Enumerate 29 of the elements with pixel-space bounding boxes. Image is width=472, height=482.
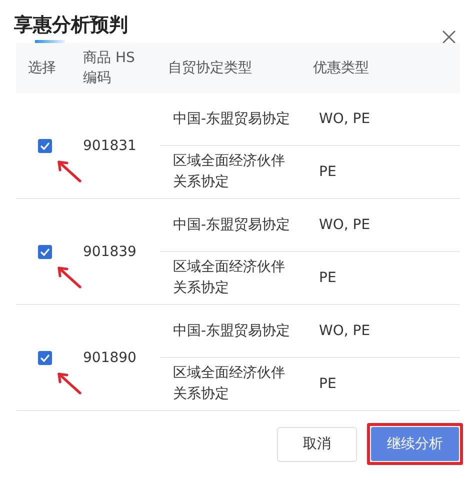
table-cell-text: 901839	[82, 242, 138, 262]
table-cell-text: WO, PE	[318, 322, 372, 341]
table-cell-text: PE	[318, 269, 338, 288]
table-cell-text: WO, PE	[318, 110, 372, 129]
checkbox[interactable]	[38, 350, 52, 364]
table-cell-text: 901890	[82, 348, 138, 368]
checkbox[interactable]	[38, 138, 52, 152]
table-cell-text: 区域全面经济伙伴关系协定	[172, 364, 286, 404]
column-header: 自贸协定类型	[167, 59, 253, 78]
annotation-arrow-icon	[56, 265, 82, 289]
table-cell-text: 中国-东盟贸易协定	[172, 110, 292, 128]
column-header: 选择	[27, 59, 57, 78]
table-cell-text: 901831	[82, 136, 138, 156]
annotation-arrow-icon	[56, 159, 82, 183]
checkbox[interactable]	[38, 244, 52, 258]
table-cell-text: WO, PE	[318, 216, 372, 235]
table-cell-text: 区域全面经济伙伴关系协定	[172, 258, 286, 298]
table-cell-text: PE	[318, 375, 338, 394]
continue-button[interactable]: 继续分析	[371, 427, 459, 461]
table-cell-text: 区域全面经济伙伴关系协定	[172, 152, 286, 192]
cancel-button[interactable]: 取消	[277, 426, 357, 462]
column-header: 商品 HS 编码	[82, 49, 136, 88]
column-header: 优惠类型	[312, 59, 370, 78]
dialog-title: 享惠分析预判	[14, 13, 128, 38]
close-icon[interactable]	[442, 30, 456, 44]
table-cell-text: PE	[318, 163, 338, 182]
table-cell-text: 中国-东盟贸易协定	[172, 322, 292, 340]
annotation-arrow-icon	[56, 371, 82, 395]
table-cell-text: 中国-东盟贸易协定	[172, 216, 292, 234]
